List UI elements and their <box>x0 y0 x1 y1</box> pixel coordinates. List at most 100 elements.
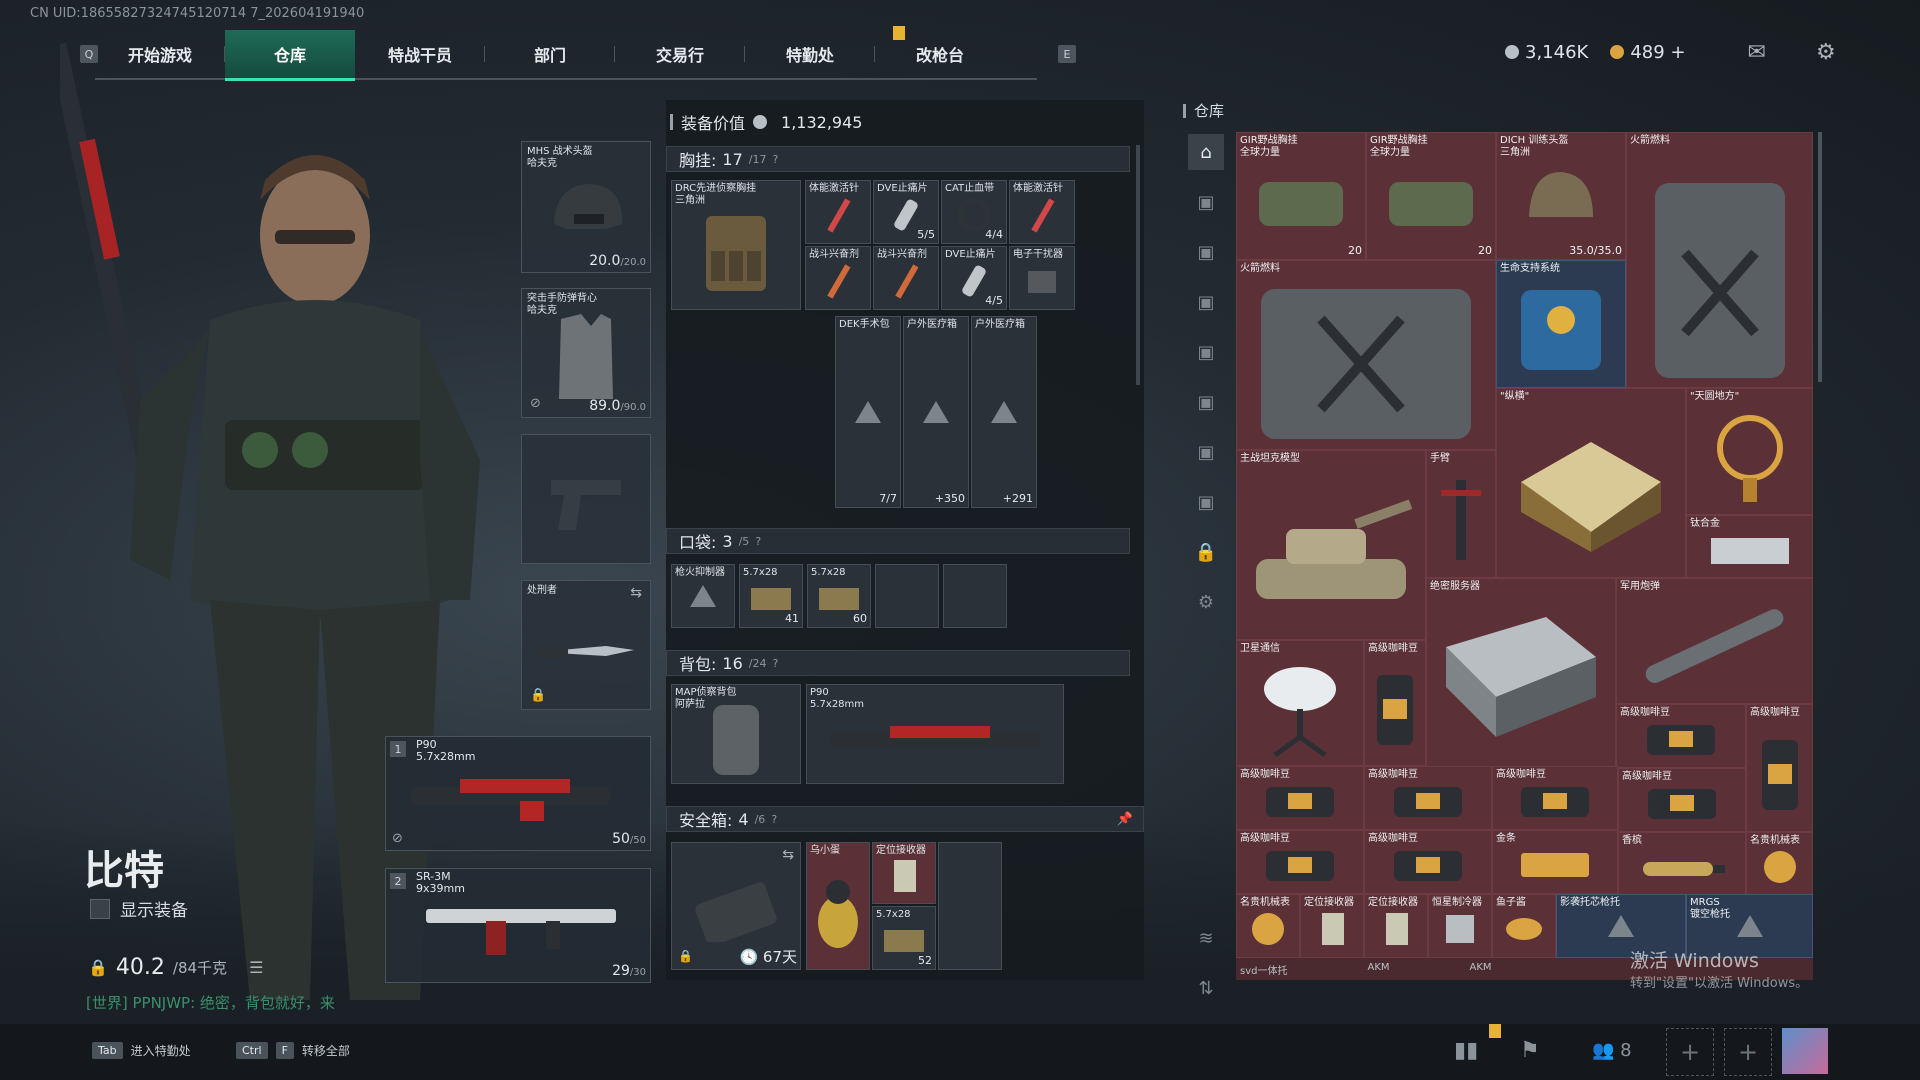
storage-tab-3-icon[interactable]: ▣ <box>1188 284 1224 320</box>
mail-icon[interactable]: ✉ <box>1748 40 1766 65</box>
swap-icon[interactable]: ⇆ <box>630 585 642 601</box>
warehouse-item[interactable]: 绝密服务器 <box>1426 578 1616 768</box>
swap-icon[interactable]: ⇆ <box>782 847 794 863</box>
help-icon[interactable]: ? <box>771 813 777 826</box>
warehouse-item[interactable]: 主战坦克模型 <box>1236 450 1426 640</box>
warehouse-item[interactable]: 生命支持系统 <box>1496 260 1626 388</box>
friends-icon[interactable]: 👥 8 <box>1592 1040 1632 1061</box>
warehouse-item[interactable]: 高级咖啡豆 <box>1746 704 1813 832</box>
help-icon[interactable]: ? <box>772 657 778 670</box>
warehouse-item[interactable]: 高级咖啡豆 <box>1364 830 1492 894</box>
warehouse-scrollbar[interactable] <box>1818 132 1822 382</box>
world-chat-line[interactable]: [世界] PPNJWP: 绝密，背包就好，来 <box>86 992 335 1013</box>
add-teammate-button[interactable]: + <box>1724 1028 1772 1076</box>
help-icon[interactable]: ? <box>755 535 761 548</box>
melee-slot[interactable]: 处刑者 ⇆ 🔒 <box>521 580 651 710</box>
warehouse-item[interactable]: 高级咖啡豆 <box>1364 766 1492 830</box>
secondary-weapon-slot[interactable]: 2 SR-3M 9x39mm 29/30 <box>385 868 651 983</box>
safe-item[interactable]: 定位接收器 <box>872 842 936 904</box>
add-currency-button[interactable]: + <box>1670 42 1685 63</box>
chest-item[interactable]: DVE止痛片 4/5 <box>941 246 1007 310</box>
safe-box-slot[interactable]: ⇆ 🔒 🕓 67天 <box>671 842 801 970</box>
enter-special-ops-hint[interactable]: Tab 进入特勤处 <box>92 1042 191 1059</box>
warehouse-item[interactable]: GIR野战胸挂 全球力量 20 <box>1236 132 1366 260</box>
warehouse-item[interactable]: 鱼子酱 <box>1492 894 1556 958</box>
warehouse-item[interactable]: DICH 训练头盔 三角洲 35.0/35.0 <box>1496 132 1626 260</box>
help-icon[interactable]: ? <box>772 153 778 166</box>
warehouse-item[interactable]: 名贵机械表 <box>1236 894 1300 958</box>
flag-icon[interactable]: ⚑ <box>1520 1038 1540 1063</box>
storage-tab-2-icon[interactable]: ▣ <box>1188 234 1224 270</box>
sort-icon[interactable]: ⇅ <box>1188 970 1224 1006</box>
chest-item[interactable]: 战斗兴奋剂 <box>873 246 939 310</box>
nav-right-key[interactable]: E <box>1058 45 1076 63</box>
backpack-item[interactable]: P90 5.7x28mm <box>806 684 1064 784</box>
primary-weapon-slot[interactable]: 1 P90 5.7x28mm ⊘ 50/50 <box>385 736 651 851</box>
warehouse-item[interactable]: 名贵机械表 <box>1746 832 1813 896</box>
med-item[interactable]: 户外医疗箱 +291 <box>971 316 1037 508</box>
stats-chart-icon[interactable]: ▮▮ <box>1454 1038 1478 1063</box>
tab-special-ops[interactable]: 特勤处 <box>745 30 875 78</box>
chest-item[interactable]: DVE止痛片 5/5 <box>873 180 939 244</box>
storage-tab-1-icon[interactable]: ▣ <box>1188 184 1224 220</box>
warehouse-item[interactable]: 高级咖啡豆 <box>1236 830 1364 894</box>
safe-slot-empty[interactable] <box>938 842 1002 970</box>
gear-icon[interactable]: ⚙ <box>1188 584 1224 620</box>
lock-icon[interactable]: 🔒 <box>1188 534 1224 570</box>
pocket-slot-empty[interactable] <box>875 564 939 628</box>
warehouse-item[interactable]: 卫星通信 <box>1236 640 1364 766</box>
chest-item[interactable]: 战斗兴奋剂 <box>805 246 871 310</box>
pin-icon[interactable]: 📌 <box>1117 812 1133 827</box>
settings-gear-icon[interactable]: ⚙ <box>1816 40 1836 65</box>
pocket-item[interactable]: 5.7x28 60 <box>807 564 871 628</box>
warehouse-item[interactable]: 军用炮弹 <box>1616 578 1813 704</box>
pistol-slot-empty[interactable] <box>521 434 651 564</box>
gold-currency[interactable]: 489 + <box>1610 42 1686 63</box>
safe-item[interactable]: 5.7x28 52 <box>872 906 936 970</box>
warehouse-item[interactable]: 高级咖啡豆 <box>1616 704 1746 768</box>
warehouse-item[interactable]: 高级咖啡豆 <box>1236 766 1364 830</box>
med-item[interactable]: 户外医疗箱 +350 <box>903 316 969 508</box>
warehouse-item[interactable]: 定位接收器 <box>1364 894 1428 958</box>
chest-item[interactable]: 电子干扰器 <box>1009 246 1075 310</box>
pocket-item[interactable]: 枪火抑制器 <box>671 564 735 628</box>
warehouse-item[interactable]: 香槟 <box>1618 832 1746 896</box>
warehouse-item[interactable]: 高级咖啡豆 <box>1618 768 1746 832</box>
player-avatar[interactable] <box>1782 1028 1828 1074</box>
warehouse-item[interactable]: 定位接收器 <box>1300 894 1364 958</box>
warehouse-item[interactable]: 钛合金 <box>1686 515 1813 578</box>
storage-tab-6-icon[interactable]: ▣ <box>1188 434 1224 470</box>
chest-item[interactable]: CAT止血带 4/4 <box>941 180 1007 244</box>
med-item[interactable]: DEK手术包 7/7 <box>835 316 901 508</box>
warehouse-item[interactable]: 恒星制冷器 <box>1428 894 1492 958</box>
warehouse-item[interactable]: GIR野战胸挂 全球力量 20 <box>1366 132 1496 260</box>
list-icon[interactable]: ☰ <box>249 958 263 977</box>
warehouse-home-icon[interactable]: ⌂ <box>1188 134 1224 170</box>
show-gear-toggle[interactable]: 显示装备 <box>90 896 188 921</box>
layers-icon[interactable]: ≋ <box>1188 920 1224 956</box>
warehouse-item[interactable]: "天圆地方" <box>1686 388 1813 515</box>
transfer-all-hint[interactable]: Ctrl F 转移全部 <box>236 1042 350 1059</box>
safe-item[interactable]: 乌小蛋 <box>806 842 870 970</box>
helmet-slot[interactable]: MHS 战术头盔 哈夫克 20.0/20.0 <box>521 141 651 273</box>
warehouse-item[interactable]: 火箭燃料 <box>1236 260 1496 450</box>
warehouse-item[interactable]: 高级咖啡豆 <box>1364 640 1426 766</box>
pocket-slot-empty[interactable] <box>943 564 1007 628</box>
warehouse-item[interactable]: 高级咖啡豆 <box>1492 766 1618 830</box>
tab-market[interactable]: 交易行 <box>615 30 745 78</box>
storage-tab-7-icon[interactable]: ▣ <box>1188 484 1224 520</box>
chest-item[interactable]: 体能激活针 <box>1009 180 1075 244</box>
chest-item[interactable]: 体能激活针 <box>805 180 871 244</box>
loadout-scrollbar[interactable] <box>1136 145 1140 385</box>
backpack-slot[interactable]: MAP侦察背包 阿萨拉 <box>671 684 801 784</box>
pocket-item[interactable]: 5.7x28 41 <box>739 564 803 628</box>
warehouse-item[interactable]: 火箭燃料 <box>1626 132 1813 388</box>
add-teammate-button[interactable]: + <box>1666 1028 1714 1076</box>
silver-currency[interactable]: 3,146K <box>1505 42 1588 63</box>
warehouse-item[interactable]: 金条 <box>1492 830 1618 894</box>
show-gear-checkbox[interactable] <box>90 898 110 919</box>
warehouse-item[interactable]: "纵横" <box>1496 388 1686 578</box>
storage-tab-4-icon[interactable]: ▣ <box>1188 334 1224 370</box>
warehouse-item[interactable]: 手臂 <box>1426 450 1496 578</box>
armor-slot[interactable]: 突击手防弹背心 哈夫克 ⊘ 89.0/90.0 <box>521 288 651 418</box>
